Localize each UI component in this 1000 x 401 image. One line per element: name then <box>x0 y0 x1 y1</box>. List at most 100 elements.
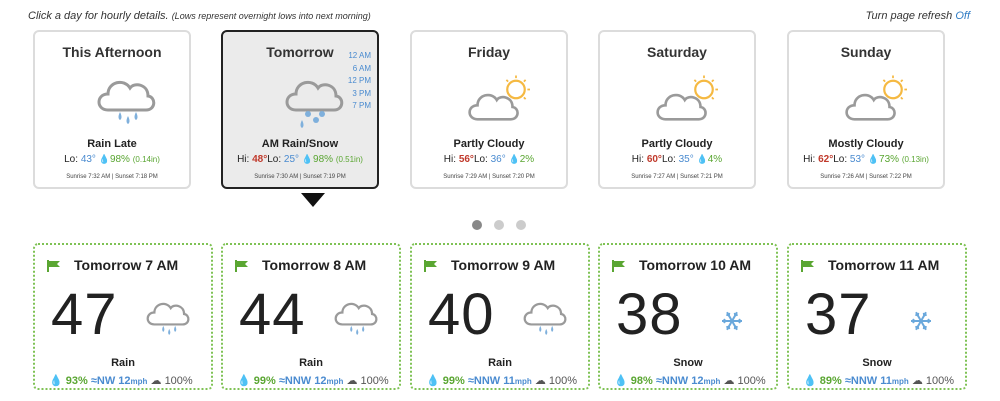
precip-amount: (0.51in) <box>335 155 363 164</box>
day-condition: Rain Late <box>87 138 137 150</box>
lo-label: Lo: <box>661 154 676 165</box>
wind-direction: NNW <box>473 375 501 387</box>
hour-card-2[interactable]: Tomorrow 8 AM 44 Rain 💧 99% ≈NNW 12mph ☁ 10… <box>221 243 401 390</box>
hour-title: Tomorrow 9 AM <box>451 257 556 273</box>
hour-temp: 47 <box>51 282 118 347</box>
cloud-icon: ☁ <box>150 375 162 387</box>
pager-dot-3[interactable] <box>516 220 526 230</box>
wind-unit: mph <box>891 377 909 386</box>
hi-label: Hi: <box>631 154 645 165</box>
hour-condition: Snow <box>862 357 892 369</box>
day-title: Friday <box>467 44 510 60</box>
wind-direction: NW <box>96 375 116 387</box>
hour-stats: 💧 89% ≈NNW 11mph ☁ 100% <box>803 374 954 387</box>
hint-note: (Lows represent overnight lows into next… <box>171 11 371 21</box>
refresh-toggle-link[interactable]: Off <box>955 10 970 22</box>
hi-label: Hi: <box>803 154 816 165</box>
snowflake-icon <box>706 293 758 341</box>
lo-label: Lo: <box>473 154 488 165</box>
day-card-5[interactable]: Sunday Mostly Cloudy Hi: 62°Lo: 53° 💧73% (… <box>787 30 945 189</box>
wind-direction: NNW <box>850 375 878 387</box>
sunrise-sunset: Sunrise 7:32 AM | Sunset 7:18 PM <box>66 174 158 180</box>
flag-icon <box>47 259 61 272</box>
wind-unit: mph <box>130 377 148 386</box>
wind-direction: NNW <box>661 375 689 387</box>
hour-title: Tomorrow 11 AM <box>828 257 940 273</box>
hour-temp: 40 <box>428 282 495 347</box>
cloud-cover: 100% <box>548 375 578 387</box>
hour-card-1[interactable]: Tomorrow 7 AM 47 Rain 💧 93% ≈NW 12mph ☁ 100… <box>33 243 213 390</box>
wind-speed: 11 <box>503 375 515 387</box>
precip-chance: 99% <box>253 375 276 387</box>
pager-dots <box>472 220 532 232</box>
partly-cloudy-icon <box>467 70 537 130</box>
cloud-icon: ☁ <box>346 375 358 387</box>
lo-temp: 35° <box>678 154 694 165</box>
precip-amount: (0.13in) <box>901 155 929 164</box>
day-title: This Afternoon <box>62 44 162 60</box>
precip-drop-icon: 💧 <box>98 154 110 164</box>
hi-label: Hi: <box>443 154 457 165</box>
day-card-2[interactable]: Tomorrow AM Rain/Snow Hi: 48°Lo: 25° 💧98% … <box>221 30 379 189</box>
hour-title: Tomorrow 7 AM <box>74 257 179 273</box>
precip-chance: 99% <box>442 375 465 387</box>
cloud-cover: 100% <box>925 375 955 387</box>
precip-drop-icon: 💧 <box>696 154 708 164</box>
hi-temp: 62° <box>818 154 834 165</box>
day-condition: Partly Cloudy <box>453 138 525 150</box>
hour-card-3[interactable]: Tomorrow 9 AM 40 Rain 💧 99% ≈NNW 11mph ☁ 10… <box>410 243 590 390</box>
flag-icon <box>424 259 438 272</box>
flag-icon <box>801 259 815 272</box>
wind-unit: mph <box>703 377 721 386</box>
rain-snow-cloud-icon <box>278 70 348 130</box>
pager-dot-1[interactable] <box>472 220 482 230</box>
pager-dot-2[interactable] <box>494 220 504 230</box>
precip-chance: 93% <box>65 375 88 387</box>
day-card-1[interactable]: This Afternoon Rain Late Lo: 43° 💧98% (0.1… <box>33 30 191 189</box>
day-stats: Hi: 56°Lo: 36° 💧2% <box>412 154 566 165</box>
sunrise-sunset: Sunrise 7:26 AM | Sunset 7:22 PM <box>820 174 912 180</box>
wind-unit: mph <box>326 377 344 386</box>
hour-link[interactable]: 7 PM <box>348 100 371 113</box>
precip-chance: 89% <box>819 375 842 387</box>
day-condition: Mostly Cloudy <box>828 138 904 150</box>
hour-stats: 💧 99% ≈NNW 12mph ☁ 100% <box>237 374 389 387</box>
precip-chance: 73% <box>879 154 900 165</box>
hour-card-4[interactable]: Tomorrow 10 AM 38 Snow 💧 98% ≈NNW 12mph ☁ 1… <box>598 243 778 390</box>
day-title: Saturday <box>647 44 707 60</box>
hour-title: Tomorrow 8 AM <box>262 257 367 273</box>
hour-link[interactable]: 12 PM <box>348 75 371 88</box>
hour-card-5[interactable]: Tomorrow 11 AM 37 Snow 💧 89% ≈NNW 11mph ☁ 1… <box>787 243 967 390</box>
hour-condition: Rain <box>299 357 323 369</box>
day-card-3[interactable]: Friday Partly Cloudy Hi: 56°Lo: 36° 💧2% Su… <box>410 30 568 189</box>
hi-temp: 60° <box>646 154 662 165</box>
lo-label: Lo: <box>64 154 79 165</box>
precip-chance: 98% <box>630 375 653 387</box>
hi-temp: 56° <box>458 154 474 165</box>
cloud-icon: ☁ <box>911 375 923 387</box>
precip-drop-icon: 💧 <box>508 154 520 164</box>
sunrise-sunset: Sunrise 7:29 AM | Sunset 7:20 PM <box>443 174 535 180</box>
lo-label: Lo: <box>267 154 282 165</box>
precip-amount: (0.14in) <box>132 155 160 164</box>
refresh-label: Turn page refresh <box>865 10 953 22</box>
hour-condition: Rain <box>488 357 512 369</box>
page-refresh-control: Turn page refresh Off <box>866 10 970 22</box>
day-stats: Hi: 48°Lo: 25° 💧98% (0.51in) <box>223 154 377 165</box>
hour-stats: 💧 98% ≈NNW 12mph ☁ 100% <box>614 374 766 387</box>
lo-temp: 43° <box>80 154 96 165</box>
hour-link[interactable]: 3 PM <box>348 88 371 101</box>
hour-temp: 38 <box>616 282 683 347</box>
day-stats: Lo: 43° 💧98% (0.14in) <box>35 154 189 165</box>
hour-link[interactable]: 6 AM <box>348 63 371 76</box>
cloud-cover: 100% <box>360 375 389 387</box>
wind-speed: 11 <box>880 375 892 387</box>
snowflake-icon <box>895 293 947 341</box>
hour-title: Tomorrow 10 AM <box>639 257 752 273</box>
hour-link[interactable]: 12 AM <box>348 50 371 63</box>
wind-speed: 12 <box>314 375 327 387</box>
flag-icon <box>612 259 626 272</box>
precip-chance: 98% <box>109 154 130 165</box>
day-card-4[interactable]: Saturday Partly Cloudy Hi: 60°Lo: 35° 💧4% … <box>598 30 756 189</box>
precip-drop-icon: 💧 <box>867 154 880 164</box>
